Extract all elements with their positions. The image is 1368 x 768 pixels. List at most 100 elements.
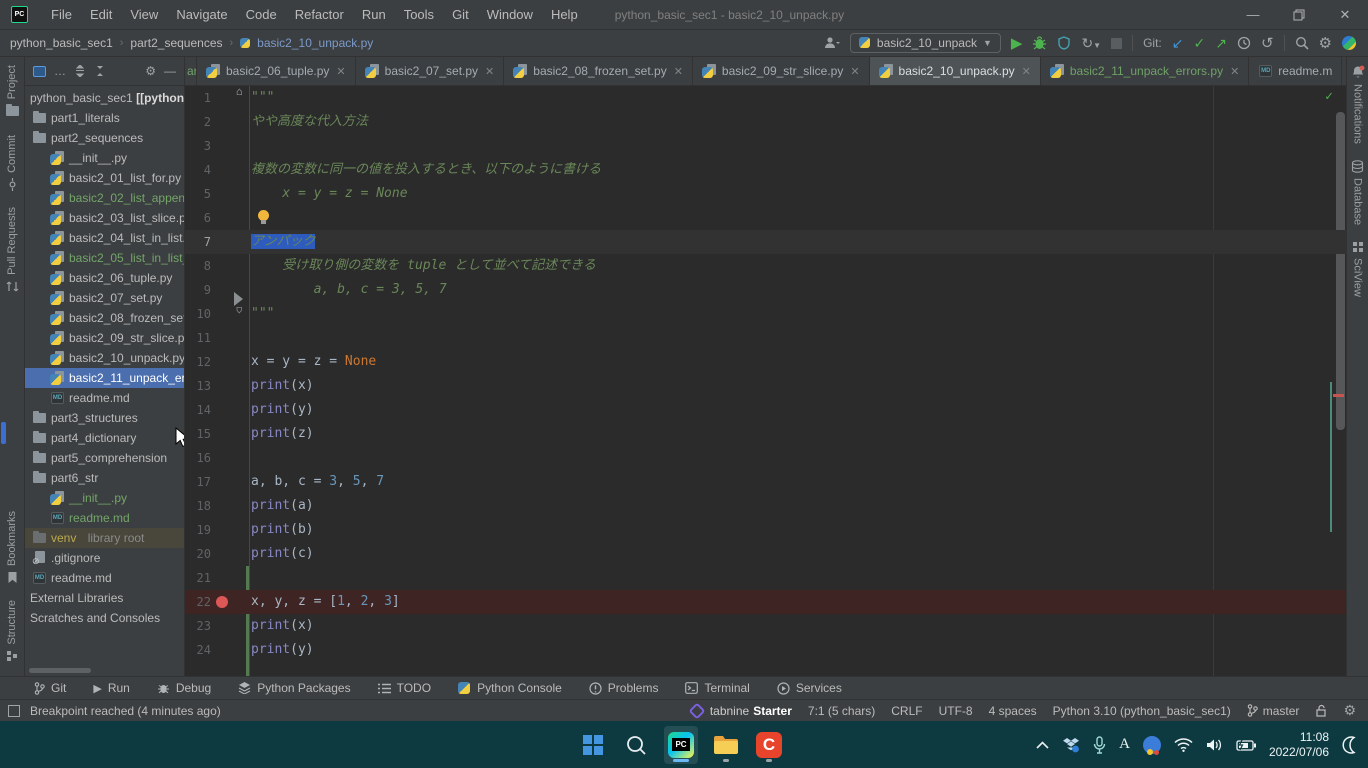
tool-stripe-button-database[interactable]: Database xyxy=(1347,152,1368,233)
tree-item[interactable]: basic2_08_frozen_set.p xyxy=(25,308,184,328)
caret-position[interactable]: 7:1 (5 chars) xyxy=(808,704,875,718)
code-line[interactable]: 10""" xyxy=(185,302,1346,326)
line-number[interactable]: 7 xyxy=(185,230,211,254)
tool-stripe-button-sciview[interactable]: SciView xyxy=(1347,233,1368,305)
close-tab-icon[interactable]: ✕ xyxy=(485,65,494,78)
code-line[interactable]: 18print(a) xyxy=(185,494,1346,518)
tool-window-button-services[interactable]: Services xyxy=(777,681,842,695)
line-number[interactable]: 22 xyxy=(185,590,211,614)
line-number[interactable]: 3 xyxy=(185,134,211,158)
line-number[interactable]: 20 xyxy=(185,542,211,566)
code-line[interactable]: 14print(y) xyxy=(185,398,1346,422)
tree-item[interactable]: basic2_10_unpack.py xyxy=(25,348,184,368)
settings-gear-icon[interactable]: ⚙ xyxy=(1319,36,1332,51)
plugin-ball-icon[interactable] xyxy=(1342,36,1356,50)
line-number[interactable]: 19 xyxy=(185,518,211,542)
tree-item[interactable]: basic2_02_list_append. xyxy=(25,188,184,208)
code-line[interactable]: 20print(c) xyxy=(185,542,1346,566)
status-message[interactable]: Breakpoint reached (4 minutes ago) xyxy=(30,704,221,718)
code-line[interactable]: 17a, b, c = 3, 5, 7 xyxy=(185,470,1346,494)
code-line[interactable]: 16 xyxy=(185,446,1346,470)
tool-window-quick-access-icon[interactable] xyxy=(8,705,20,717)
code-line[interactable]: 12x = y = z = None xyxy=(185,350,1346,374)
taskbar-pycharm-button[interactable]: PC xyxy=(664,726,698,764)
file-encoding[interactable]: UTF-8 xyxy=(939,704,973,718)
tree-item[interactable]: __init__.py xyxy=(25,148,184,168)
tree-item[interactable]: part5_comprehension xyxy=(25,448,184,468)
search-everywhere-icon[interactable] xyxy=(1295,36,1309,50)
tool-window-button-problems[interactable]: Problems xyxy=(589,681,659,695)
code-line[interactable]: 21 xyxy=(185,566,1346,590)
git-push-button[interactable]: ↗ xyxy=(1215,36,1227,50)
collapse-all-icon[interactable] xyxy=(94,65,106,77)
line-ending[interactable]: CRLF xyxy=(891,704,922,718)
hide-panel-icon[interactable]: — xyxy=(164,65,176,77)
profiler-button[interactable]: ↻▼ xyxy=(1081,36,1101,50)
code-line[interactable]: 5 x = y = z = None xyxy=(185,182,1346,206)
tool-window-button-todo[interactable]: TODO xyxy=(378,681,431,695)
menu-view[interactable]: View xyxy=(121,4,167,25)
code-line[interactable]: 19print(b) xyxy=(185,518,1346,542)
tool-window-button-git[interactable]: Git xyxy=(34,681,66,695)
taskbar-explorer-button[interactable] xyxy=(711,726,741,764)
minimize-button[interactable]: — xyxy=(1230,0,1276,30)
breakpoint-icon[interactable] xyxy=(216,596,228,608)
code-editor[interactable]: ⌂ ⌂ ✓ 1"""2やや高度な代入方法34複数の変数に同一の値を投入するとき、… xyxy=(185,86,1346,676)
git-update-button[interactable]: ↙ xyxy=(1172,36,1184,50)
menu-code[interactable]: Code xyxy=(237,4,286,25)
code-line[interactable]: 4複数の変数に同一の値を投入するとき、以下のように書ける xyxy=(185,158,1346,182)
restore-button[interactable] xyxy=(1276,0,1322,30)
close-button[interactable]: ✕ xyxy=(1322,0,1368,30)
tree-item[interactable]: basic2_01_list_for.py xyxy=(25,168,184,188)
line-number[interactable]: 18 xyxy=(185,494,211,518)
horizontal-scrollbar[interactable] xyxy=(29,668,91,673)
code-line[interactable]: 6 xyxy=(185,206,1346,230)
line-number[interactable]: 12 xyxy=(185,350,211,374)
tree-item[interactable]: part1_literals xyxy=(25,108,184,128)
tree-item[interactable]: MDreadme.md xyxy=(25,508,184,528)
tree-item[interactable]: MDreadme.md xyxy=(25,568,184,588)
menu-edit[interactable]: Edit xyxy=(81,4,121,25)
line-number[interactable]: 17 xyxy=(185,470,211,494)
tree-item[interactable]: part2_sequences xyxy=(25,128,184,148)
menu-file[interactable]: File xyxy=(42,4,81,25)
tray-app-icon[interactable] xyxy=(1143,736,1161,754)
run-button[interactable]: ▶ xyxy=(1011,36,1023,51)
editor-tab[interactable]: basic2_11_unpack_errors.py✕ xyxy=(1041,57,1249,85)
tree-item[interactable]: External Libraries xyxy=(25,588,184,608)
menu-git[interactable]: Git xyxy=(443,4,478,25)
line-number[interactable]: 15 xyxy=(185,422,211,446)
menu-window[interactable]: Window xyxy=(478,4,542,25)
interpreter[interactable]: Python 3.10 (python_basic_sec1) xyxy=(1053,704,1231,718)
menu-navigate[interactable]: Navigate xyxy=(167,4,236,25)
code-line[interactable]: 8 受け取り側の変数を tuple として並べて記述できる xyxy=(185,254,1346,278)
code-line[interactable]: 11 xyxy=(185,326,1346,350)
tree-item[interactable]: basic2_07_set.py xyxy=(25,288,184,308)
tree-item[interactable]: basic2_11_unpack_erro xyxy=(25,368,184,388)
close-tab-icon[interactable]: ✕ xyxy=(336,65,345,78)
tree-item[interactable]: basic2_09_str_slice.py xyxy=(25,328,184,348)
tree-item[interactable]: basic2_05_list_in_list_v xyxy=(25,248,184,268)
breadcrumb-file[interactable]: basic2_10_unpack.py xyxy=(240,36,373,50)
taskbar-camtasia-button[interactable]: C xyxy=(754,726,784,764)
git-commit-button[interactable]: ✓ xyxy=(1194,36,1206,50)
tool-stripe-button-structure[interactable]: Structure xyxy=(0,592,24,670)
tray-chevron-up-icon[interactable] xyxy=(1036,741,1049,749)
battery-icon[interactable] xyxy=(1236,739,1256,751)
close-tab-icon[interactable]: ✕ xyxy=(1022,65,1031,78)
line-number[interactable]: 8 xyxy=(185,254,211,278)
start-button[interactable] xyxy=(578,726,608,764)
menu-refactor[interactable]: Refactor xyxy=(286,4,353,25)
more-options-icon[interactable]: … xyxy=(54,65,66,77)
editor-tab[interactable]: MDreadme.m xyxy=(1249,57,1342,85)
editor-tab[interactable]: basic2_08_frozen_set.py✕ xyxy=(504,57,693,85)
line-number[interactable]: 5 xyxy=(185,182,211,206)
profile-icon[interactable] xyxy=(824,36,840,50)
wifi-icon[interactable] xyxy=(1174,738,1193,752)
tree-item[interactable]: basic2_06_tuple.py xyxy=(25,268,184,288)
line-number[interactable]: 21 xyxy=(185,566,211,590)
code-line[interactable]: 3 xyxy=(185,134,1346,158)
menu-help[interactable]: Help xyxy=(542,4,587,25)
tree-item[interactable]: MDreadme.md xyxy=(25,388,184,408)
tool-stripe-button-commit[interactable]: Commit xyxy=(0,127,24,199)
